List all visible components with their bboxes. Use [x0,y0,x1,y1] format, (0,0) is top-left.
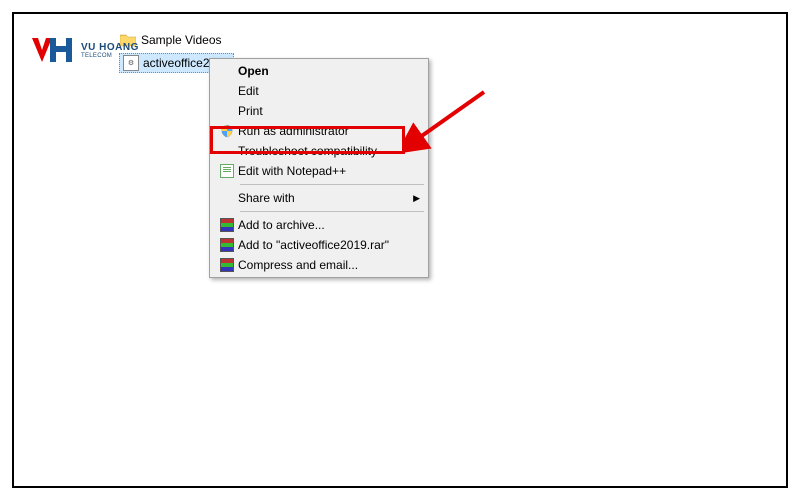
menu-run-as-administrator[interactable]: Run as administrator [212,121,426,141]
menu-add-to-archive[interactable]: Add to archive... [212,215,426,235]
menu-share-with[interactable]: Share with ▶ [212,188,426,208]
menu-compress-and-email[interactable]: Compress and email... [212,255,426,275]
logo-subtext: TELECOM [81,53,139,59]
logo-text: VU HOANG [81,43,139,53]
menu-edit[interactable]: Edit [212,81,426,101]
menu-separator [240,184,424,185]
menu-separator [240,211,424,212]
menu-print[interactable]: Print [212,101,426,121]
logo-mark-icon [30,36,78,66]
menu-open[interactable]: Open [212,61,426,81]
winrar-icon [220,218,234,232]
menu-troubleshoot-compatibility[interactable]: Troubleshoot compatibility [212,141,426,161]
folder-label: Sample Videos [141,33,222,47]
shield-icon [220,124,234,138]
watermark-logo: VU HOANG TELECOM [30,36,139,66]
menu-add-to-rar[interactable]: Add to "activeoffice2019.rar" [212,235,426,255]
window-border: VU HOANG TELECOM Sample Videos ⚙ activeo… [12,12,788,488]
notepadpp-icon [220,164,234,178]
context-menu: Open Edit Print Run as administrator [209,58,429,278]
winrar-icon [220,258,234,272]
submenu-arrow-icon: ▶ [413,193,420,204]
menu-edit-notepadpp[interactable]: Edit with Notepad++ [212,161,426,181]
winrar-icon [220,238,234,252]
